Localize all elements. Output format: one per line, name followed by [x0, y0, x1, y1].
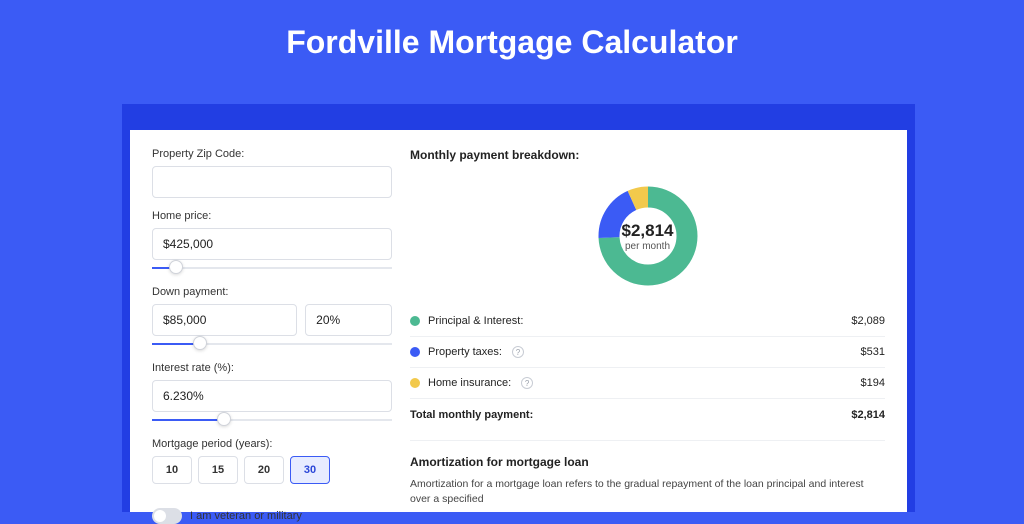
period-button-30[interactable]: 30 — [290, 456, 330, 484]
legend-value: $531 — [861, 346, 885, 358]
legend-label: Principal & Interest: — [428, 315, 523, 327]
zip-input[interactable] — [152, 166, 392, 198]
zip-label: Property Zip Code: — [152, 148, 392, 160]
home-price-slider[interactable] — [152, 264, 392, 274]
home-price-input[interactable] — [152, 228, 392, 260]
legend-dot-icon — [410, 378, 420, 388]
home-price-label: Home price: — [152, 210, 392, 222]
mortgage-period-label: Mortgage period (years): — [152, 438, 392, 450]
amortization-text: Amortization for a mortgage loan refers … — [410, 477, 885, 507]
page-title: Fordville Mortgage Calculator — [0, 0, 1024, 81]
period-button-20[interactable]: 20 — [244, 456, 284, 484]
legend-row: Property taxes:? $531 — [410, 337, 885, 368]
form-column: Property Zip Code: Home price: Down paym… — [152, 148, 392, 512]
veteran-toggle[interactable] — [152, 508, 182, 524]
total-label: Total monthly payment: — [410, 409, 533, 421]
breakdown-column: Monthly payment breakdown: $2,814 per mo… — [410, 148, 885, 512]
legend-dot-icon — [410, 347, 420, 357]
down-payment-slider[interactable] — [152, 340, 392, 350]
interest-rate-slider[interactable] — [152, 416, 392, 426]
interest-rate-label: Interest rate (%): — [152, 362, 392, 374]
breakdown-title: Monthly payment breakdown: — [410, 148, 885, 162]
legend-label: Home insurance: — [428, 377, 511, 389]
legend-row: Principal & Interest: $2,089 — [410, 306, 885, 337]
payment-donut-chart: $2,814 per month — [588, 176, 708, 296]
info-icon[interactable]: ? — [521, 377, 533, 389]
legend-value: $2,089 — [851, 315, 885, 327]
interest-rate-input[interactable] — [152, 380, 392, 412]
legend-label: Property taxes: — [428, 346, 502, 358]
legend-row: Home insurance:? $194 — [410, 368, 885, 399]
legend-value: $194 — [861, 377, 885, 389]
period-button-15[interactable]: 15 — [198, 456, 238, 484]
calculator-card: Property Zip Code: Home price: Down paym… — [130, 130, 907, 512]
donut-sublabel: per month — [625, 241, 670, 252]
down-payment-pct-input[interactable] — [305, 304, 392, 336]
info-icon[interactable]: ? — [512, 346, 524, 358]
down-payment-input[interactable] — [152, 304, 297, 336]
donut-amount: $2,814 — [622, 221, 674, 241]
amortization-title: Amortization for mortgage loan — [410, 455, 885, 469]
down-payment-label: Down payment: — [152, 286, 392, 298]
mortgage-period-group: 10152030 — [152, 456, 392, 484]
legend-dot-icon — [410, 316, 420, 326]
total-value: $2,814 — [851, 409, 885, 421]
period-button-10[interactable]: 10 — [152, 456, 192, 484]
